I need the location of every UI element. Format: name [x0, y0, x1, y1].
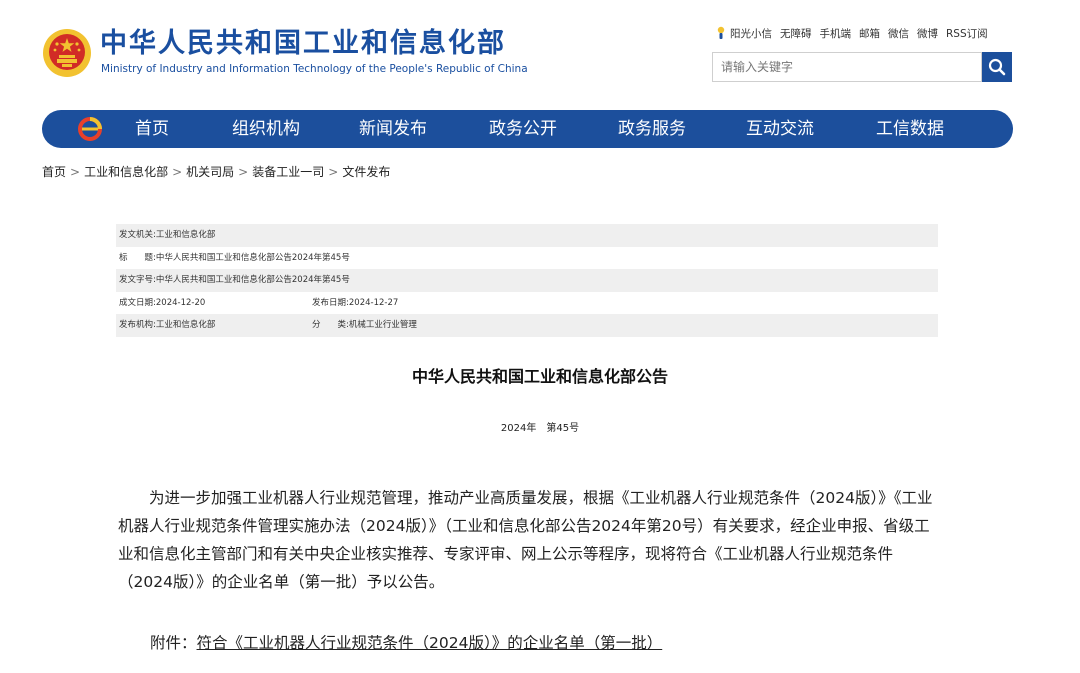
site-title: 中华人民共和国工业和信息化部 [100, 28, 506, 59]
top-link-rss[interactable]: RSS订阅 [946, 26, 988, 41]
meta-issuer-label: 发文机关: [119, 230, 156, 240]
meta-row-issuer: 发文机关:工业和信息化部 [116, 224, 938, 247]
attachment-line: 附件：符合《工业机器人行业规范条件（2024版）》的企业名单（第一批） [150, 631, 662, 653]
meta-org-value: 工业和信息化部 [155, 320, 216, 331]
breadcrumb-departments[interactable]: 机关司局 [186, 165, 234, 179]
document-body-paragraph: 为进一步加强工业机器人行业规范管理，推动产业高质量发展，根据《工业机器人行业规范… [118, 489, 933, 591]
meta-row-title: 标 题:中华人民共和国工业和信息化部公告2024年第45号 [116, 247, 938, 270]
breadcrumb-documents[interactable]: 文件发布 [342, 165, 390, 179]
document-number: 2024年 第45号 [500, 423, 580, 434]
document-metadata-table: 发文机关:工业和信息化部 标 题:中华人民共和国工业和信息化部公告2024年第4… [116, 224, 938, 337]
meta-org-label: 发布机构: [119, 320, 156, 331]
document-heading: 中华人民共和国工业和信息化部公告 [411, 367, 668, 386]
nav-item-data[interactable]: 工信数据 [876, 110, 944, 148]
attachment-label: 附件： [150, 634, 197, 652]
attachment-link[interactable]: 符合《工业机器人行业规范条件（2024版）》的企业名单（第一批） [197, 634, 663, 652]
nav-item-organization[interactable]: 组织机构 [232, 110, 300, 148]
top-link-weibo[interactable]: 微博 [917, 26, 938, 41]
breadcrumb-separator: > [172, 165, 183, 179]
search-box [712, 52, 982, 82]
meta-row-docno: 发文字号:中华人民共和国工业和信息化部公告2024年第45号 [116, 269, 938, 292]
search-input[interactable] [713, 53, 981, 81]
top-link-mobile[interactable]: 手机端 [820, 26, 852, 41]
top-link-mail[interactable]: 邮箱 [859, 26, 880, 41]
meta-created-value: 2024-12-20 [155, 297, 206, 308]
meta-row-org: 发布机构:工业和信息化部 分 类:机械工业行业管理 [116, 314, 938, 337]
meta-title-value: 中华人民共和国工业和信息化部公告2024年第45号 [155, 252, 350, 263]
breadcrumb-separator: > [328, 165, 339, 179]
top-link-wechat[interactable]: 微信 [888, 26, 909, 41]
meta-issuer-value: 工业和信息化部 [155, 230, 216, 240]
nav-item-interaction[interactable]: 互动交流 [746, 110, 814, 148]
breadcrumb-separator: > [238, 165, 249, 179]
top-links: 阳光小信 无障碍 手机端 邮箱 微信 微博 RSS订阅 [716, 24, 988, 42]
nav-item-home[interactable]: 首页 [135, 110, 169, 148]
nav-item-news[interactable]: 新闻发布 [359, 110, 427, 148]
search-button[interactable] [982, 52, 1012, 82]
search-icon [988, 58, 1006, 76]
meta-created-label: 成文日期: [119, 297, 156, 308]
nav-item-government-services[interactable]: 政务服务 [618, 110, 686, 148]
meta-category-value: 机械工业行业管理 [348, 320, 417, 331]
meta-docno-label: 发文字号: [119, 275, 156, 286]
meta-published-value: 2024-12-27 [348, 297, 399, 308]
breadcrumb: 首页 > 工业和信息化部 > 机关司局 > 装备工业一司 > 文件发布 [42, 163, 390, 180]
meta-published-label: 发布日期: [312, 297, 349, 308]
site-subtitle: Ministry of Industry and Information Tec… [101, 63, 528, 75]
meta-category-label: 分 类: [312, 320, 349, 331]
breadcrumb-ministry[interactable]: 工业和信息化部 [84, 165, 168, 179]
top-link-accessibility[interactable]: 无障碍 [780, 26, 812, 41]
main-navbar: 首页 组织机构 新闻发布 政务公开 政务服务 互动交流 工信数据 [42, 110, 1013, 148]
national-emblem-icon [42, 28, 92, 78]
breadcrumb-separator: > [70, 165, 81, 179]
sunshine-icon [716, 26, 726, 40]
breadcrumb-home[interactable]: 首页 [42, 165, 66, 179]
breadcrumb-equipment-dept[interactable]: 装备工业一司 [252, 165, 324, 179]
top-link-sunshine[interactable]: 阳光小信 [730, 26, 772, 41]
meta-row-dates: 成文日期:2024-12-20 发布日期:2024-12-27 [116, 292, 938, 315]
meta-docno-value: 中华人民共和国工业和信息化部公告2024年第45号 [155, 275, 350, 286]
ministry-logo-icon [76, 116, 104, 142]
meta-title-label: 标 题: [119, 252, 156, 263]
nav-item-government-affairs[interactable]: 政务公开 [489, 110, 557, 148]
